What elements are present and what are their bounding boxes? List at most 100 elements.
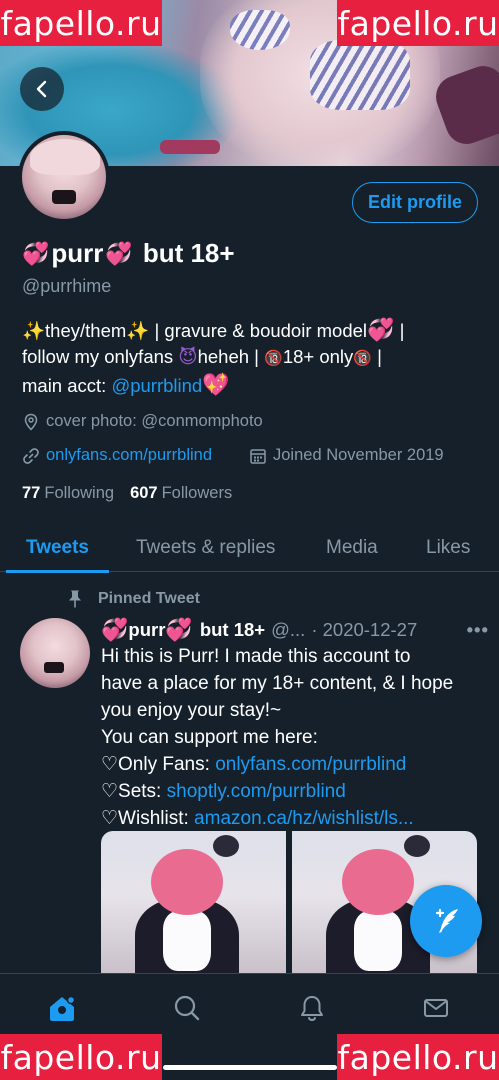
tweet-link[interactable]: onlyfans.com/purrblind: [215, 754, 406, 775]
joined-text: Joined November 2019: [273, 446, 444, 464]
bio-line: follow my onlyfans 😈heheh | 🔞18+ only🔞 |: [22, 344, 492, 372]
sparkling-heart-icon: 💞: [367, 317, 395, 342]
compose-tweet-icon: [435, 908, 458, 933]
tab-media[interactable]: Media: [326, 524, 378, 572]
sparkling-heart-icon: 💞: [105, 240, 133, 266]
calendar-icon: [250, 448, 266, 464]
profile-tabs: Tweets Tweets & replies Media Likes: [0, 524, 499, 573]
tweet-header: 💞 purr 💞 but 18+ @... · 2020-12-27 •••: [101, 617, 489, 643]
tweet-link[interactable]: amazon.ca/hz/wishlist/ls...: [194, 808, 414, 829]
link-icon: [23, 447, 39, 464]
banner-sock-shape: [430, 60, 499, 150]
profile-bio: ✨they/them✨ | gravure & boudoir model💞 |…: [22, 317, 492, 399]
nav-home[interactable]: [42, 988, 82, 1028]
watermark: fapello.ru: [337, 0, 499, 46]
followers-count: 607: [130, 484, 158, 502]
following-count: 77: [22, 484, 41, 502]
profile-avatar[interactable]: [18, 131, 110, 223]
heart-icon: 💖: [202, 372, 230, 397]
bio-line: main acct: @purrblind💖: [22, 372, 492, 399]
profile-handle: @purrhime: [22, 276, 112, 296]
followers-label: Followers: [161, 484, 233, 502]
nav-search[interactable]: [167, 988, 207, 1028]
followers-link[interactable]: 607 Followers: [130, 484, 232, 503]
tweet-link[interactable]: shoptly.com/purrblind: [167, 781, 346, 802]
image-bow-shape: [404, 835, 430, 857]
bio-text: heheh |: [197, 346, 259, 367]
profile-name-text: purr: [51, 238, 104, 268]
search-icon: [174, 995, 200, 1021]
compose-tweet-button[interactable]: [410, 885, 482, 957]
tweet-body: Hi this is Purr! I made this account to …: [101, 643, 489, 832]
location-text: cover photo: @conmomphoto: [46, 412, 263, 430]
no-under-18-icon: 🔞: [264, 350, 283, 367]
tweet-author-name[interactable]: purr: [128, 619, 165, 641]
banner-stripes-shape: [310, 40, 410, 110]
bio-text: |: [399, 320, 405, 341]
image-apron-shape: [163, 911, 211, 971]
tweet-author-avatar[interactable]: [20, 618, 90, 688]
tweet-text-line: Hi this is Purr! I made this account to: [101, 646, 411, 667]
profile-website[interactable]: onlyfans.com/purrblind: [22, 446, 212, 465]
banner-stripes-shape: [230, 10, 290, 50]
tweet-text-line: You can support me here:: [101, 727, 318, 748]
home-icon: [50, 995, 76, 1021]
tweet-text-line: have a place for my 18+ content, & I hop…: [101, 673, 454, 694]
tab-tweets[interactable]: Tweets: [5, 524, 110, 573]
bio-text: main acct:: [22, 375, 107, 396]
home-indicator[interactable]: [163, 1065, 337, 1070]
chevron-left-icon: [36, 80, 47, 98]
bio-mention-link[interactable]: @purrblind: [111, 375, 202, 396]
sparkling-heart-icon: 💞: [22, 240, 50, 266]
nav-messages[interactable]: [416, 988, 456, 1028]
edit-profile-button[interactable]: Edit profile: [352, 182, 478, 223]
image-hair-shape: [342, 849, 414, 915]
tweet-text-line: ♡Wishlist: amazon.ca/hz/wishlist/ls...: [101, 805, 489, 832]
image-hair-shape: [151, 849, 223, 915]
profile-name-suffix: but 18+: [142, 238, 235, 268]
website-link[interactable]: onlyfans.com/purrblind: [46, 446, 212, 465]
bio-line: ✨they/them✨ | gravure & boudoir model💞 |: [22, 317, 492, 344]
tab-tweets-replies[interactable]: Tweets & replies: [136, 524, 275, 572]
pin-icon: [69, 590, 81, 608]
tweet-text-line: you enjoy your stay!~: [101, 700, 282, 721]
following-label: Following: [44, 484, 115, 502]
tweet-date[interactable]: · 2020-12-27: [311, 619, 417, 641]
avatar-hair-shape: [30, 139, 100, 175]
tweet-link-label: ♡Only Fans:: [101, 754, 210, 775]
tab-likes[interactable]: Likes: [426, 524, 470, 572]
no-under-18-icon: 🔞: [353, 350, 372, 367]
watermark: fapello.ru: [0, 0, 162, 46]
back-button[interactable]: [20, 67, 64, 111]
follow-stats: 77 Following 607 Followers: [22, 484, 232, 503]
following-link[interactable]: 77 Following: [22, 484, 114, 503]
bio-text: | gravure & boudoir model: [154, 320, 368, 341]
mail-icon: [424, 999, 448, 1017]
tweet-link-label: ♡Wishlist:: [101, 808, 189, 829]
watermark: fapello.ru: [0, 1034, 162, 1080]
bio-text: follow my onlyfans: [22, 346, 174, 367]
pinned-tweet-label: Pinned Tweet: [66, 589, 200, 609]
pinned-text: Pinned Tweet: [98, 590, 200, 607]
sparkling-heart-icon: 💞: [165, 617, 193, 642]
tweet-more-button[interactable]: •••: [467, 619, 489, 641]
sparkles-icon: ✨: [126, 320, 150, 341]
bio-text: 18+ only: [282, 346, 354, 367]
profile-name: 💞 purr 💞 but 18+: [22, 238, 235, 269]
nav-notifications[interactable]: [292, 988, 332, 1028]
banner-strap-shape: [160, 140, 220, 154]
watermark: fapello.ru: [337, 1034, 499, 1080]
location-pin-icon: [24, 413, 38, 431]
tweet-media-image[interactable]: [101, 831, 286, 976]
profile-location: cover photo: @conmomphoto: [22, 412, 263, 431]
sparkles-icon: ✨: [22, 320, 46, 341]
tweet-link-label: ♡Sets:: [101, 781, 162, 802]
profile-joined: Joined November 2019: [249, 446, 444, 465]
tweet-text-line: ♡Sets: shoptly.com/purrblind: [101, 778, 489, 805]
bio-text: |: [377, 346, 382, 367]
sparkling-heart-icon: 💞: [101, 617, 129, 642]
image-bow-shape: [213, 835, 239, 857]
bio-text: they/them: [45, 320, 127, 341]
tweet-author-handle: @...: [271, 619, 306, 640]
tweet-author-suffix[interactable]: but 18+: [200, 619, 265, 641]
